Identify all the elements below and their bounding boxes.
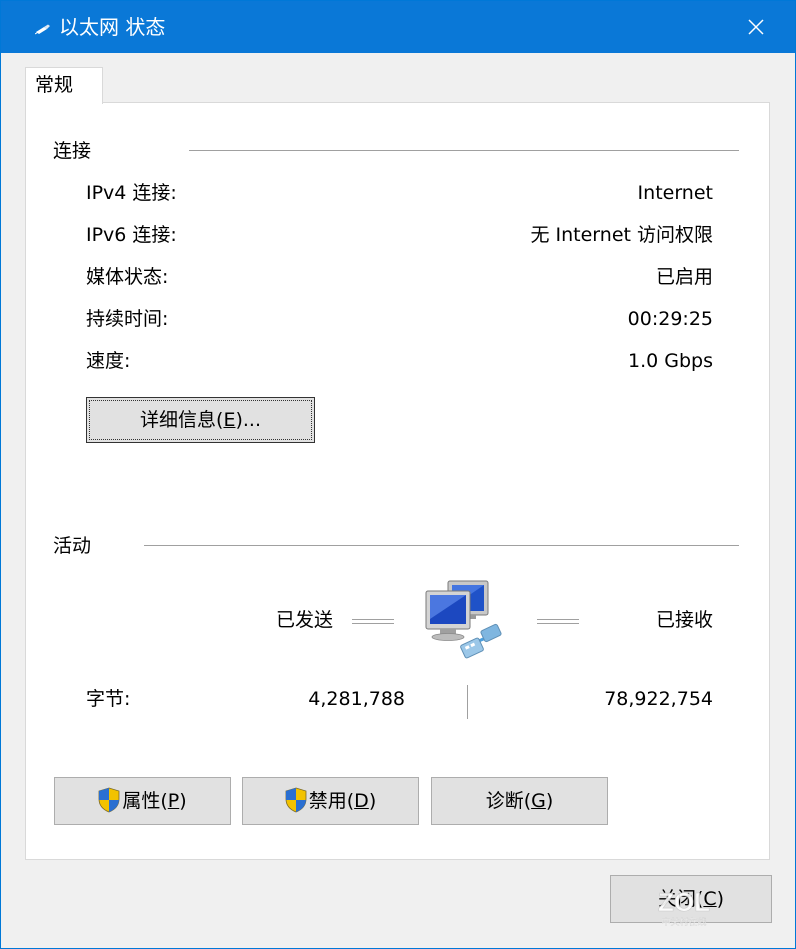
ipv4-value: Internet xyxy=(637,182,713,204)
details-button-label: 详细信息(E)... xyxy=(140,409,261,431)
bytes-label: 字节: xyxy=(86,688,131,710)
close-icon xyxy=(748,19,764,35)
media-state-value: 已启用 xyxy=(655,266,713,288)
activity-heading: 活动 xyxy=(53,535,92,557)
activity-divider xyxy=(144,545,739,546)
details-button[interactable]: 详细信息(E)... xyxy=(86,397,315,443)
close-window-button[interactable] xyxy=(731,1,781,53)
tab-general-label: 常规 xyxy=(35,74,74,96)
disable-button[interactable]: 禁用(D) xyxy=(242,777,419,825)
sent-label: 已发送 xyxy=(276,609,334,631)
ipv6-label: IPv6 连接: xyxy=(86,224,177,246)
close-button[interactable]: 关闭(C) xyxy=(610,875,772,923)
ipv4-label: IPv4 连接: xyxy=(86,182,177,204)
sent-flow-line xyxy=(352,619,394,624)
received-flow-line xyxy=(537,619,579,624)
duration-value: 00:29:25 xyxy=(627,308,713,330)
bytes-divider xyxy=(467,685,469,719)
properties-button[interactable]: 属性(P) xyxy=(54,777,231,825)
uac-shield-icon xyxy=(285,787,307,812)
diagnose-button-label: 诊断(G) xyxy=(485,790,554,812)
received-label: 已接收 xyxy=(655,609,713,631)
disable-button-label: 禁用(D) xyxy=(308,790,377,812)
ethernet-status-window: 以太网 状态 常规 连接 IPv4 连接: Internet IPv6 连接: … xyxy=(0,0,796,949)
bytes-received-value: 78,922,754 xyxy=(604,688,713,710)
bytes-sent-value: 4,281,788 xyxy=(308,688,405,710)
uac-shield-icon xyxy=(98,787,120,812)
speed-label: 速度: xyxy=(86,350,131,372)
window-title: 以太网 状态 xyxy=(59,15,166,39)
connection-heading: 连接 xyxy=(53,140,92,162)
network-computers-icon xyxy=(425,580,502,659)
properties-button-label: 属性(P) xyxy=(122,790,187,812)
general-panel: 连接 IPv4 连接: Internet IPv6 连接: 无 Internet… xyxy=(25,102,770,860)
media-state-label: 媒体状态: xyxy=(86,266,169,288)
title-bar[interactable]: 以太网 状态 xyxy=(1,1,795,53)
speed-value: 1.0 Gbps xyxy=(628,350,713,372)
duration-label: 持续时间: xyxy=(86,308,169,330)
connection-divider xyxy=(189,150,739,151)
diagnose-button[interactable]: 诊断(G) xyxy=(431,777,608,825)
ipv6-value: 无 Internet 访问权限 xyxy=(530,224,713,246)
tab-general[interactable]: 常规 xyxy=(25,67,103,104)
close-button-label: 关闭(C) xyxy=(657,888,725,910)
ethernet-plug-icon xyxy=(35,24,50,35)
